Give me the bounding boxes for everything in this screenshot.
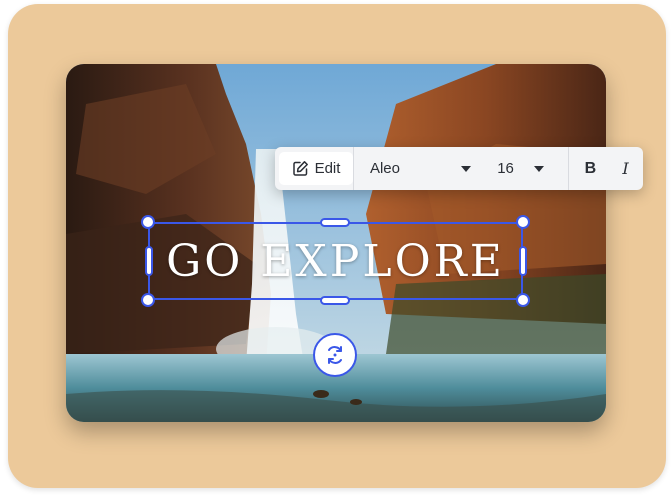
chevron-down-icon: [533, 165, 544, 172]
font-size-dropdown[interactable]: 16: [483, 147, 556, 190]
toolbar-divider: [567, 147, 569, 190]
toolbar-divider: [352, 147, 354, 190]
resize-handle-bottom[interactable]: [320, 296, 350, 305]
font-size-value: 16: [497, 160, 514, 177]
resize-handle-bottom-right[interactable]: [516, 293, 530, 307]
headline-text[interactable]: GO EXPLORE: [150, 232, 521, 292]
italic-button[interactable]: I: [608, 147, 643, 190]
bold-button[interactable]: B: [573, 147, 608, 190]
text-selection-box[interactable]: GO EXPLORE: [148, 222, 523, 300]
resize-handle-right[interactable]: [519, 246, 527, 276]
resize-handle-top-right[interactable]: [516, 215, 530, 229]
text-toolbar: Edit Aleo 16 B I: [275, 147, 643, 190]
rotate-icon: [328, 346, 342, 364]
resize-handle-top[interactable]: [320, 218, 350, 227]
edit-button-label: Edit: [314, 160, 341, 177]
rotate-button[interactable]: [313, 333, 357, 377]
pencil-square-icon: [292, 161, 308, 176]
edit-button[interactable]: Edit: [279, 152, 353, 185]
resize-handle-top-left[interactable]: [141, 215, 155, 229]
resize-handle-left[interactable]: [145, 246, 153, 276]
chevron-down-icon: [461, 165, 472, 172]
font-family-dropdown[interactable]: Aleo: [356, 147, 483, 190]
font-family-value: Aleo: [369, 160, 400, 177]
resize-handle-bottom-left[interactable]: [141, 293, 155, 307]
